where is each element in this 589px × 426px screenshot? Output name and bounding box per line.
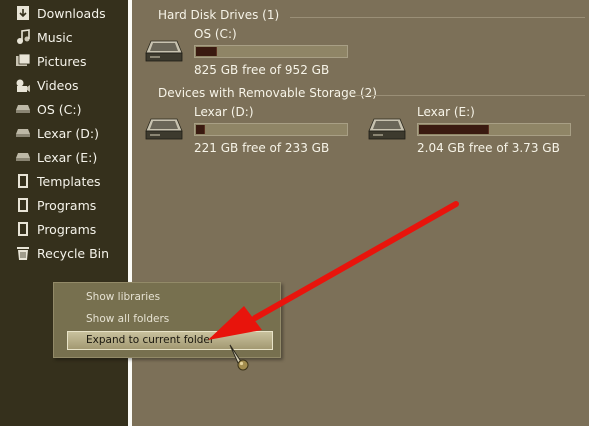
annotation-arrow bbox=[208, 201, 459, 340]
mouse-cursor-icon bbox=[229, 344, 249, 371]
arrow-shaft bbox=[252, 201, 459, 321]
arrow-head bbox=[208, 306, 262, 340]
